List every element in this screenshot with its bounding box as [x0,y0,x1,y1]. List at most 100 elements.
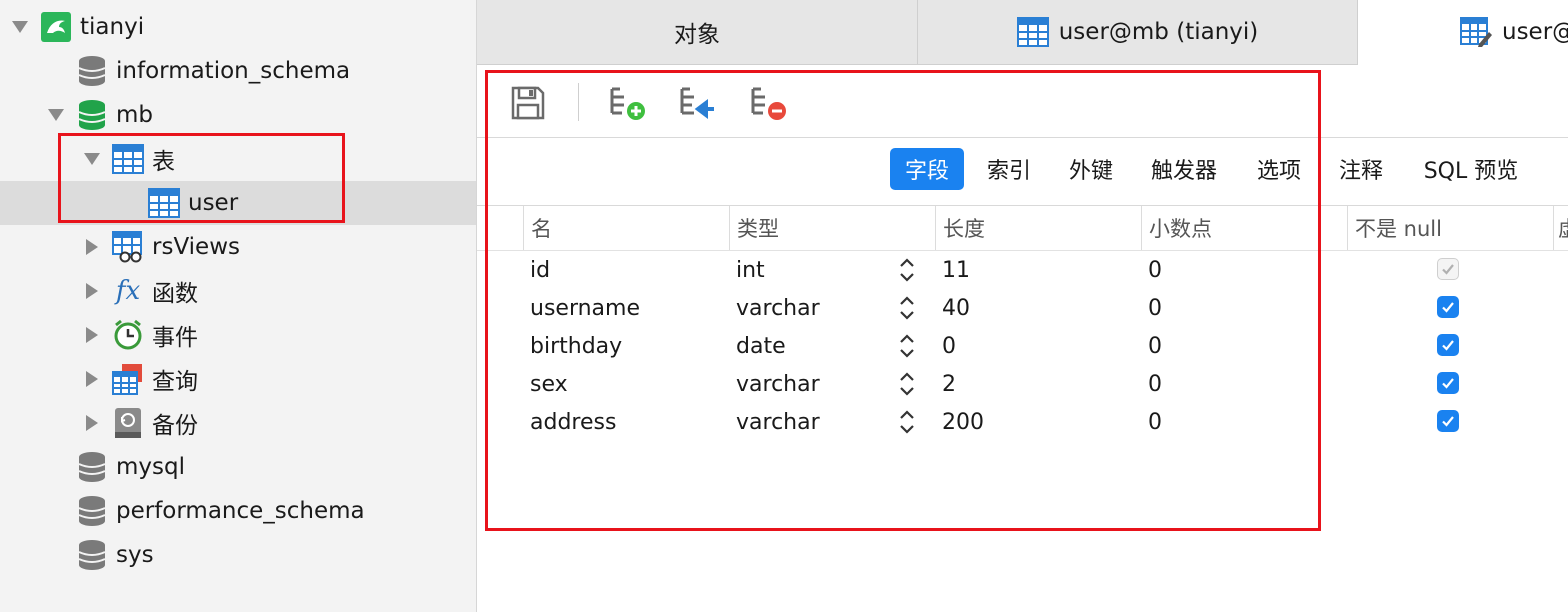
tree-item-label: 事件 [152,325,198,351]
disclosure-open-icon[interactable] [83,150,101,168]
field-type-cell[interactable]: int [736,251,765,289]
tree-item-label: rsViews [152,234,241,260]
column-header-virtual[interactable]: 虚 [1553,206,1568,250]
subtab-label: 触发器 [1150,159,1217,184]
dolphin-connection-icon [40,11,72,43]
add-field-button[interactable] [608,83,648,123]
subtab-foreign-keys[interactable]: 外键 [1055,148,1127,190]
not-null-checkbox[interactable] [1437,410,1459,432]
delete-field-icon [751,87,786,120]
field-type-cell[interactable]: date [736,327,786,365]
tree-item-backup[interactable]: 备份 [0,401,476,445]
database-icon [76,495,108,527]
subtab-label: 字段 [904,159,949,184]
field-name-cell[interactable]: birthday [530,327,622,365]
field-length-cell[interactable]: 40 [942,289,970,327]
tree-item-sys[interactable]: sys [0,533,476,577]
tree-item-mysql[interactable]: mysql [0,445,476,489]
tab-label: user@ [1502,19,1568,45]
field-name-cell[interactable]: username [530,289,640,327]
checkmark-icon [1442,302,1454,313]
tab-user-table[interactable]: user@mb (tianyi) [918,0,1358,64]
disclosure-closed-icon[interactable] [83,326,101,344]
column-header-type[interactable]: 类型 [729,206,935,250]
field-name-cell[interactable]: address [530,403,616,441]
field-name-cell[interactable]: id [530,251,550,289]
save-icon [511,86,545,120]
tree-item-events[interactable]: 事件 [0,313,476,357]
type-stepper-icon[interactable] [898,369,916,399]
not-null-checkbox[interactable] [1437,334,1459,356]
subtab-label: 外键 [1068,159,1113,184]
tree-item-label: mb [116,102,154,128]
tree-item-label: 表 [152,149,175,175]
disclosure-closed-icon[interactable] [83,282,101,300]
field-decimals-cell[interactable]: 0 [1148,403,1162,441]
column-header-name[interactable]: 名 [523,206,729,250]
column-header-length[interactable]: 长度 [935,206,1141,250]
subtab-fields[interactable]: 字段 [890,148,964,190]
query-icon [112,363,144,395]
field-type-cell[interactable]: varchar [736,365,820,403]
field-length-cell[interactable]: 2 [942,365,956,403]
disclosure-closed-icon[interactable] [83,238,101,256]
tab-user-design[interactable]: user@ [1358,0,1568,65]
tree-item-tables[interactable]: 表 [0,137,476,181]
field-decimals-cell[interactable]: 0 [1148,289,1162,327]
subtab-sql-preview[interactable]: SQL 预览 [1413,148,1529,190]
insert-field-button[interactable] [678,83,718,123]
field-decimals-cell[interactable]: 0 [1148,365,1162,403]
tree-item-user[interactable]: user [0,181,476,225]
field-length-cell[interactable]: 0 [942,327,956,365]
field-type-cell[interactable]: varchar [736,289,820,327]
type-stepper-icon[interactable] [898,293,916,323]
database-icon [76,539,108,571]
save-button[interactable] [508,83,548,123]
column-header-decimals[interactable]: 小数点 [1141,206,1347,250]
delete-field-button[interactable] [749,83,789,123]
field-decimals-cell[interactable]: 0 [1148,251,1162,289]
field-type-cell[interactable]: varchar [736,403,820,441]
subtab-comments[interactable]: 注释 [1325,148,1397,190]
table-row[interactable]: sex varchar 2 0 [477,365,1568,403]
checkmark-icon [1442,340,1454,351]
type-stepper-icon[interactable] [898,407,916,437]
tree-item-connection[interactable]: tianyi [0,5,476,49]
disclosure-open-icon[interactable] [47,106,65,124]
field-decimals-cell[interactable]: 0 [1148,327,1162,365]
subtab-options[interactable]: 选项 [1243,148,1315,190]
tab-objects[interactable]: 对象 [477,0,918,64]
type-stepper-icon[interactable] [898,331,916,361]
field-name-cell[interactable]: sex [530,365,568,403]
tree-item-mb[interactable]: mb [0,93,476,137]
database-icon [76,55,108,87]
table-row[interactable]: id int 11 0 [477,251,1568,289]
disclosure-closed-icon[interactable] [83,414,101,432]
tree-item-label: user [188,190,239,216]
tree-item-information-schema[interactable]: information_schema [0,49,476,93]
tree-item-label: 备份 [152,413,198,439]
not-null-checkbox[interactable] [1437,296,1459,318]
toolbar [477,65,1568,138]
field-length-cell[interactable]: 11 [942,251,970,289]
table-row[interactable]: username varchar 40 0 [477,289,1568,327]
not-null-checkbox[interactable] [1437,258,1459,280]
toolbar-separator [578,83,579,121]
subtab-indexes[interactable]: 索引 [973,148,1045,190]
subtab-triggers[interactable]: 触发器 [1139,148,1229,190]
tree-item-performance-schema[interactable]: performance_schema [0,489,476,533]
disclosure-open-icon[interactable] [11,18,29,36]
type-stepper-icon[interactable] [898,255,916,285]
table-row[interactable]: birthday date 0 0 [477,327,1568,365]
field-length-cell[interactable]: 200 [942,403,984,441]
not-null-checkbox[interactable] [1437,372,1459,394]
tree-item-queries[interactable]: 查询 [0,357,476,401]
database-icon [76,451,108,483]
subtab-label: SQL 预览 [1423,159,1519,184]
tree-item-views[interactable]: rsViews [0,225,476,269]
add-field-icon [610,87,645,120]
disclosure-closed-icon[interactable] [83,370,101,388]
column-header-not-null[interactable]: 不是 null [1347,206,1553,250]
table-row[interactable]: address varchar 200 0 [477,403,1568,441]
tree-item-functions[interactable]: fx 函数 [0,269,476,313]
